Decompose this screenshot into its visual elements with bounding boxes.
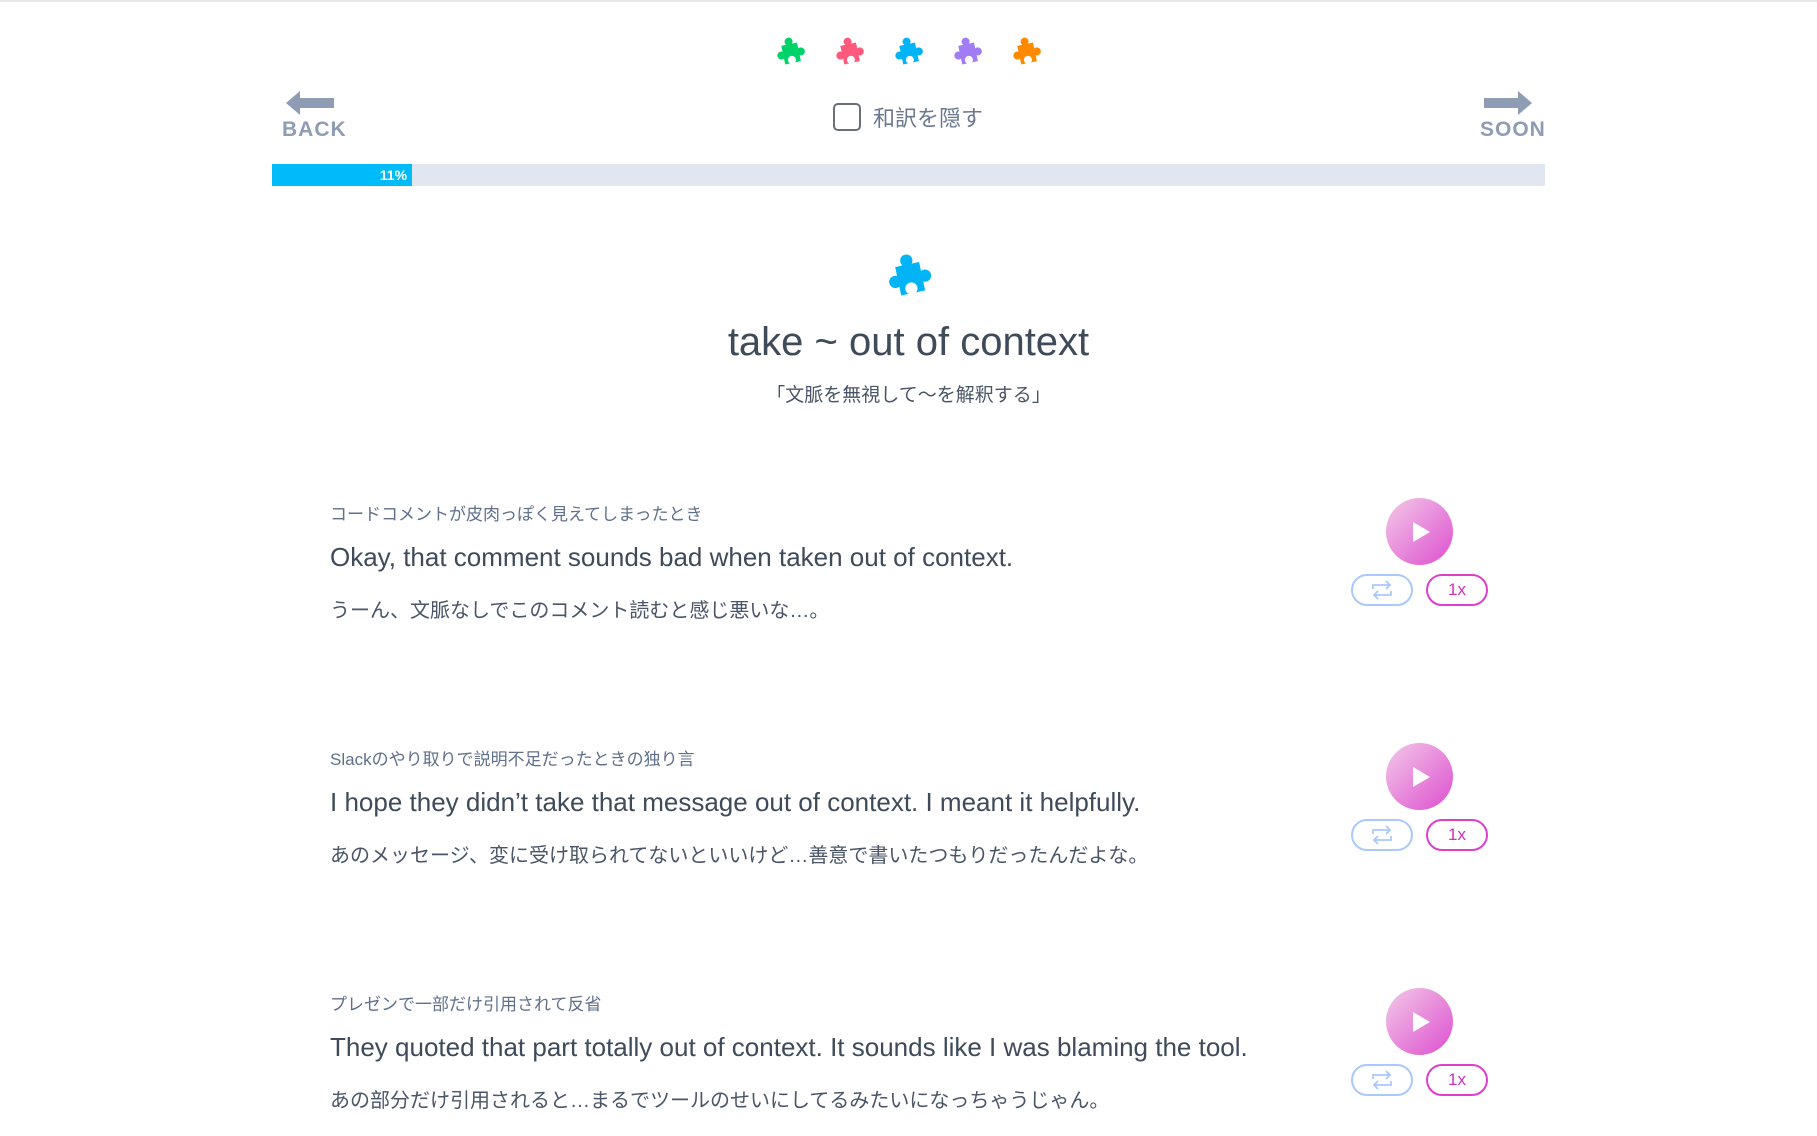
speed-button[interactable]: 1x xyxy=(1426,819,1488,851)
speed-button[interactable]: 1x xyxy=(1426,574,1488,606)
play-button[interactable] xyxy=(1386,743,1453,810)
example-context: コードコメントが皮肉っぽく見えてしまったとき xyxy=(330,505,703,524)
repeat-button[interactable] xyxy=(1351,1064,1413,1096)
progress-bar: 11% xyxy=(272,164,1545,186)
example-english: They quoted that part totally out of con… xyxy=(330,1032,1248,1062)
audio-controls: 1x xyxy=(1351,498,1488,618)
phrase-meaning: 「文脈を無視して〜を解釈する」 xyxy=(766,385,1051,406)
example-english: I hope they didn’t take that message out… xyxy=(330,787,1141,817)
back-button[interactable]: BACK xyxy=(282,90,346,142)
arrow-left-icon xyxy=(286,91,334,115)
repeat-button[interactable] xyxy=(1351,574,1413,606)
puzzle-icon-pink xyxy=(832,36,866,66)
speed-button[interactable]: 1x xyxy=(1426,1064,1488,1096)
puzzle-icon-blue xyxy=(891,36,925,66)
repeat-icon xyxy=(1372,825,1392,845)
example-context: プレゼンで一部だけ引用されて反省 xyxy=(330,995,602,1014)
puzzle-icon xyxy=(884,252,935,298)
repeat-icon xyxy=(1372,1070,1392,1090)
back-label: BACK xyxy=(282,118,347,141)
example-japanese: あの部分だけ引用されると…まるでツールのせいにしてるみたいになっちゃうじゃん。 xyxy=(330,1090,1110,1112)
repeat-icon xyxy=(1372,580,1392,600)
hide-translation-label: 和訳を隠す xyxy=(873,106,984,131)
progress-fill: 11% xyxy=(272,164,413,186)
play-icon xyxy=(1412,766,1430,787)
play-icon xyxy=(1412,521,1430,542)
next-button[interactable]: SOON xyxy=(1480,90,1545,142)
example-item: Slackのやり取りで説明不足だったときの独り言 I hope they did… xyxy=(330,743,1490,945)
puzzle-icon-purple xyxy=(950,36,984,66)
play-button[interactable] xyxy=(1386,988,1453,1055)
example-context: Slackのやり取りで説明不足だったときの独り言 xyxy=(330,750,695,769)
puzzle-icon-green xyxy=(773,36,807,66)
arrow-right-icon xyxy=(1484,91,1532,115)
next-label: SOON xyxy=(1480,118,1546,141)
example-japanese: あのメッセージ、変に受け取られてないといいけど…善意で書いたつもりだったんだよな… xyxy=(330,845,1149,867)
example-japanese: うーん、文脈なしでこのコメント読むと感じ悪いな…。 xyxy=(330,600,830,622)
play-icon xyxy=(1412,1011,1430,1032)
example-item: コードコメントが皮肉っぽく見えてしまったとき Okay, that commen… xyxy=(330,498,1490,700)
example-english: Okay, that comment sounds bad when taken… xyxy=(330,542,1014,572)
audio-controls: 1x xyxy=(1351,743,1488,863)
repeat-button[interactable] xyxy=(1351,819,1413,851)
play-button[interactable] xyxy=(1386,498,1453,565)
example-item: プレゼンで一部だけ引用されて反省 They quoted that part t… xyxy=(330,988,1490,1136)
hide-translation-checkbox[interactable] xyxy=(833,103,861,131)
puzzle-icon-orange xyxy=(1009,36,1043,66)
puzzle-progress-icons xyxy=(0,36,1817,70)
phrase-title: take ~ out of context xyxy=(727,320,1090,364)
audio-controls: 1x xyxy=(1351,988,1488,1108)
hide-translation-toggle[interactable]: 和訳を隠す xyxy=(833,101,983,133)
